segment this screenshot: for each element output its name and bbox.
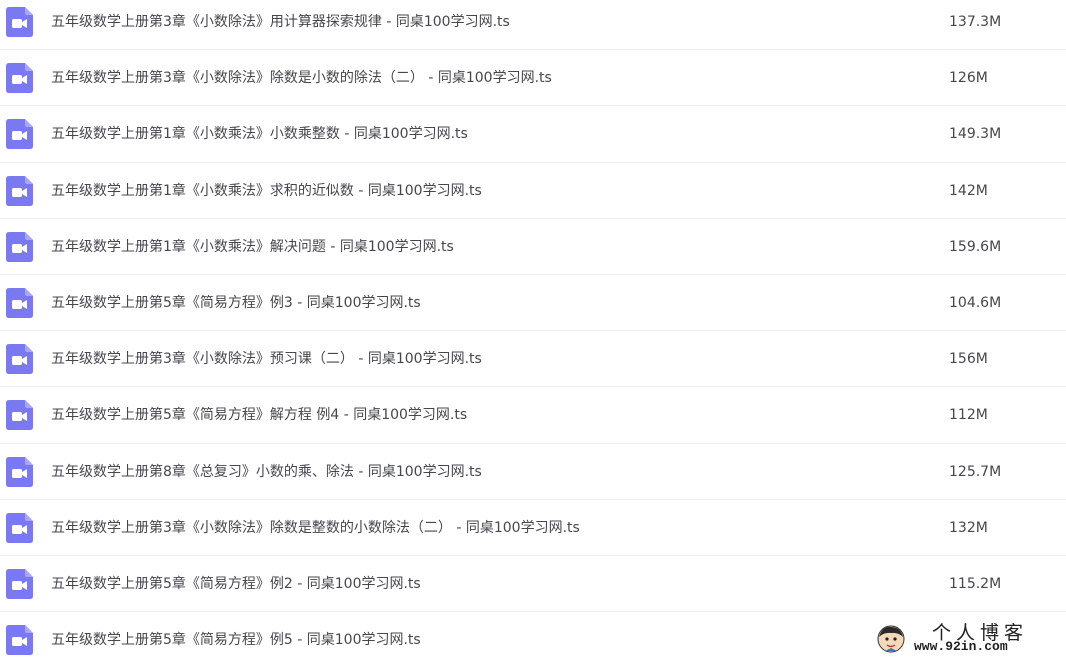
file-name[interactable]: 五年级数学上册第3章《小数除法》预习课（二） - 同桌100学习网.ts: [51, 331, 482, 387]
file-name[interactable]: 五年级数学上册第1章《小数乘法》求积的近似数 - 同桌100学习网.ts: [51, 163, 482, 219]
file-size: 104.6M: [949, 294, 1002, 311]
file-row[interactable]: 五年级数学上册第3章《小数除法》用计算器探索规律 - 同桌100学习网.ts 13…: [0, 0, 1066, 51]
file-size: 156M: [949, 351, 988, 368]
file-row[interactable]: 五年级数学上册第5章《简易方程》例3 - 同桌100学习网.ts 104.6M: [0, 275, 1066, 332]
video-file-icon: [6, 287, 33, 318]
file-size: 126M: [949, 70, 988, 87]
file-name[interactable]: 五年级数学上册第3章《小数除法》除数是小数的除法（二） - 同桌100学习网.t…: [51, 50, 552, 106]
file-size: 159.6M: [949, 238, 1002, 255]
file-name[interactable]: 五年级数学上册第5章《简易方程》解方程 例4 - 同桌100学习网.ts: [51, 387, 467, 443]
file-row[interactable]: 五年级数学上册第1章《小数乘法》解决问题 - 同桌100学习网.ts 159.6M: [0, 219, 1066, 275]
watermark: 个人博客 www.92in.com: [872, 618, 1062, 658]
file-row[interactable]: 五年级数学上册第3章《小数除法》除数是小数的除法（二） - 同桌100学习网.t…: [0, 50, 1066, 107]
video-file-icon: [6, 344, 33, 375]
file-size: 112M: [949, 407, 988, 424]
file-name[interactable]: 五年级数学上册第3章《小数除法》除数是整数的小数除法（二） - 同桌100学习网…: [51, 500, 580, 556]
file-list: 五年级数学上册第3章《小数除法》用计算器探索规律 - 同桌100学习网.ts 13…: [0, 0, 1066, 668]
video-file-icon: [6, 512, 33, 543]
file-size: 142M: [949, 182, 988, 199]
file-name[interactable]: 五年级数学上册第5章《简易方程》例3 - 同桌100学习网.ts: [51, 275, 421, 331]
file-size: 149.3M: [949, 126, 1002, 143]
video-file-icon: [6, 456, 33, 487]
file-size: 115.2M: [949, 575, 1002, 592]
file-row[interactable]: 五年级数学上册第8章《总复习》小数的乘、除法 - 同桌100学习网.ts 125.…: [0, 444, 1066, 500]
file-name[interactable]: 五年级数学上册第5章《简易方程》例2 - 同桌100学习网.ts: [51, 556, 421, 612]
file-name[interactable]: 五年级数学上册第3章《小数除法》用计算器探索规律 - 同桌100学习网.ts: [51, 0, 510, 50]
video-file-icon: [6, 63, 33, 94]
file-row[interactable]: 五年级数学上册第5章《简易方程》解方程 例4 - 同桌100学习网.ts 112M: [0, 387, 1066, 444]
video-file-icon: [6, 625, 33, 656]
file-name[interactable]: 五年级数学上册第8章《总复习》小数的乘、除法 - 同桌100学习网.ts: [51, 444, 482, 500]
file-row[interactable]: 五年级数学上册第1章《小数乘法》求积的近似数 - 同桌100学习网.ts 142M: [0, 163, 1066, 219]
video-file-icon: [6, 7, 33, 37]
watermark-url: www.92in.com: [914, 639, 1008, 654]
file-row[interactable]: 五年级数学上册第3章《小数除法》预习课（二） - 同桌100学习网.ts 156M: [0, 331, 1066, 388]
video-file-icon: [6, 119, 33, 150]
file-row[interactable]: 五年级数学上册第1章《小数乘法》小数乘整数 - 同桌100学习网.ts 149.3…: [0, 106, 1066, 163]
file-row[interactable]: 五年级数学上册第5章《简易方程》例2 - 同桌100学习网.ts 115.2M: [0, 556, 1066, 613]
file-size: 137.3M: [949, 14, 1002, 30]
file-name[interactable]: 五年级数学上册第1章《小数乘法》解决问题 - 同桌100学习网.ts: [51, 219, 454, 275]
video-file-icon: [6, 568, 33, 599]
video-file-icon: [6, 231, 33, 262]
file-size: 132M: [949, 519, 988, 536]
file-row[interactable]: 五年级数学上册第3章《小数除法》除数是整数的小数除法（二） - 同桌100学习网…: [0, 500, 1066, 556]
video-file-icon: [6, 400, 33, 431]
file-name[interactable]: 五年级数学上册第1章《小数乘法》小数乘整数 - 同桌100学习网.ts: [51, 106, 468, 162]
video-file-icon: [6, 175, 33, 206]
cartoon-face-icon: [877, 625, 905, 653]
file-size: 125.7M: [949, 463, 1002, 480]
